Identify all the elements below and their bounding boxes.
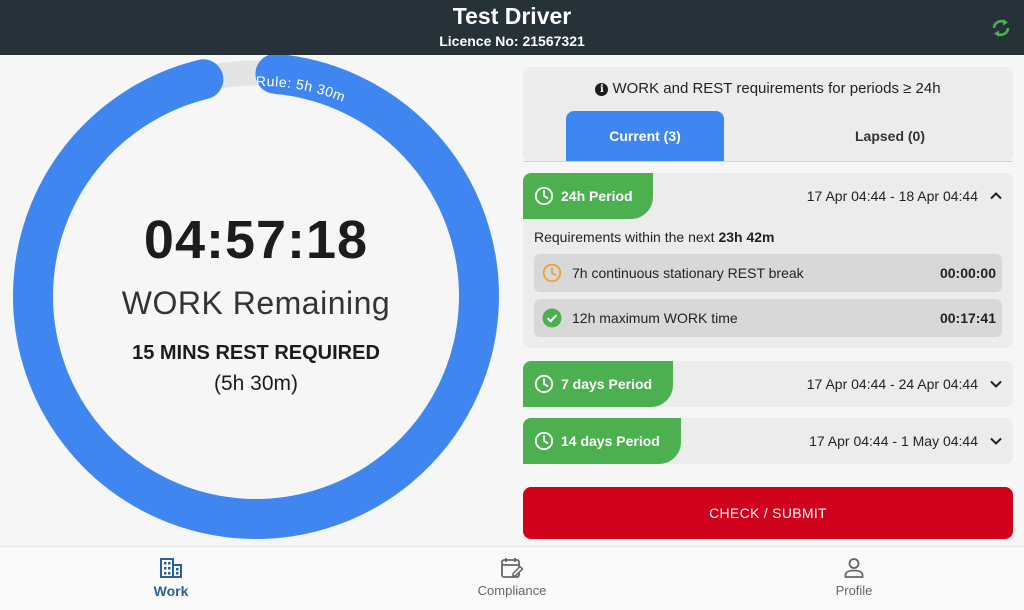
tab-current[interactable]: Current (3) (566, 111, 724, 161)
period-24h: 24h Period 17 Apr 04:44 - 18 Apr 04:44 R… (523, 173, 1013, 348)
chevron-down-icon[interactable] (989, 377, 1003, 391)
chevron-down-icon[interactable] (989, 434, 1003, 448)
work-timer-panel: Rule: 5h 30m 04:57:18 WORK Remaining 15 … (0, 55, 512, 545)
requirement-max-work: 12h maximum WORK time 00:17:41 (534, 299, 1002, 337)
sync-icon[interactable] (988, 15, 1014, 41)
period-14-days-label: 14 days Period (523, 418, 681, 464)
requirements-card: i WORK and REST requirements for periods … (523, 67, 1013, 162)
work-remaining-label: WORK Remaining (121, 285, 391, 321)
requirement-rest-break: 7h continuous stationary REST break 00:0… (534, 254, 1002, 292)
app-header: Test Driver Licence No: 21567321 (0, 0, 1024, 55)
clock-icon (534, 431, 554, 451)
requirement-value: 00:17:41 (939, 310, 996, 326)
nav-label: Profile (835, 583, 873, 598)
chevron-up-icon[interactable] (989, 189, 1003, 203)
requirements-heading: i WORK and REST requirements for periods … (523, 80, 1013, 97)
rest-required-duration: (5h 30m) (213, 372, 299, 395)
work-remaining-timer: 04:57:18 (143, 210, 369, 270)
licence-number: Licence No: 21567321 (439, 33, 585, 49)
period-7-days-range: 17 Apr 04:44 - 24 Apr 04:44 (806, 376, 978, 392)
nav-compliance[interactable]: Compliance (452, 547, 572, 610)
period-14-days[interactable]: 14 days Period 17 Apr 04:44 - 1 May 04:4… (523, 418, 1013, 464)
clock-icon (534, 374, 554, 394)
period-14-days-range: 17 Apr 04:44 - 1 May 04:44 (809, 433, 978, 449)
nav-label: Work (153, 583, 189, 599)
clock-pending-icon (542, 263, 562, 283)
building-icon (160, 558, 182, 578)
period-7-days[interactable]: 7 days Period 17 Apr 04:44 - 24 Apr 04:4… (523, 361, 1013, 407)
clock-icon (534, 186, 554, 206)
nav-label: Compliance (477, 583, 547, 598)
period-7-days-label: 7 days Period (523, 361, 673, 407)
check-submit-button[interactable]: CHECK / SUBMIT (523, 487, 1013, 539)
info-icon: i (595, 83, 609, 96)
requirements-tabs: Current (3) Lapsed (0) (523, 111, 1013, 162)
calendar-edit-icon (501, 558, 524, 578)
requirements-within: Requirements within the next 23h 42m (534, 229, 775, 245)
requirements-panel: i WORK and REST requirements for periods … (523, 67, 1013, 162)
rest-required-text: 15 MINS REST REQUIRED (132, 342, 380, 364)
nav-profile[interactable]: Profile (794, 547, 914, 610)
nav-work[interactable]: Work (111, 547, 231, 610)
period-24h-range: 17 Apr 04:44 - 18 Apr 04:44 (806, 188, 978, 204)
requirement-text: 7h continuous stationary REST break (572, 265, 804, 281)
requirement-value: 00:00:00 (939, 265, 996, 281)
tab-lapsed[interactable]: Lapsed (0) (810, 111, 970, 161)
bottom-navigation: Work Compliance Profile (0, 546, 1024, 610)
check-circle-icon (542, 308, 562, 328)
person-icon (844, 558, 864, 578)
requirement-text: 12h maximum WORK time (572, 310, 738, 326)
driver-name: Test Driver (452, 3, 572, 29)
period-24h-label: 24h Period (523, 173, 653, 219)
